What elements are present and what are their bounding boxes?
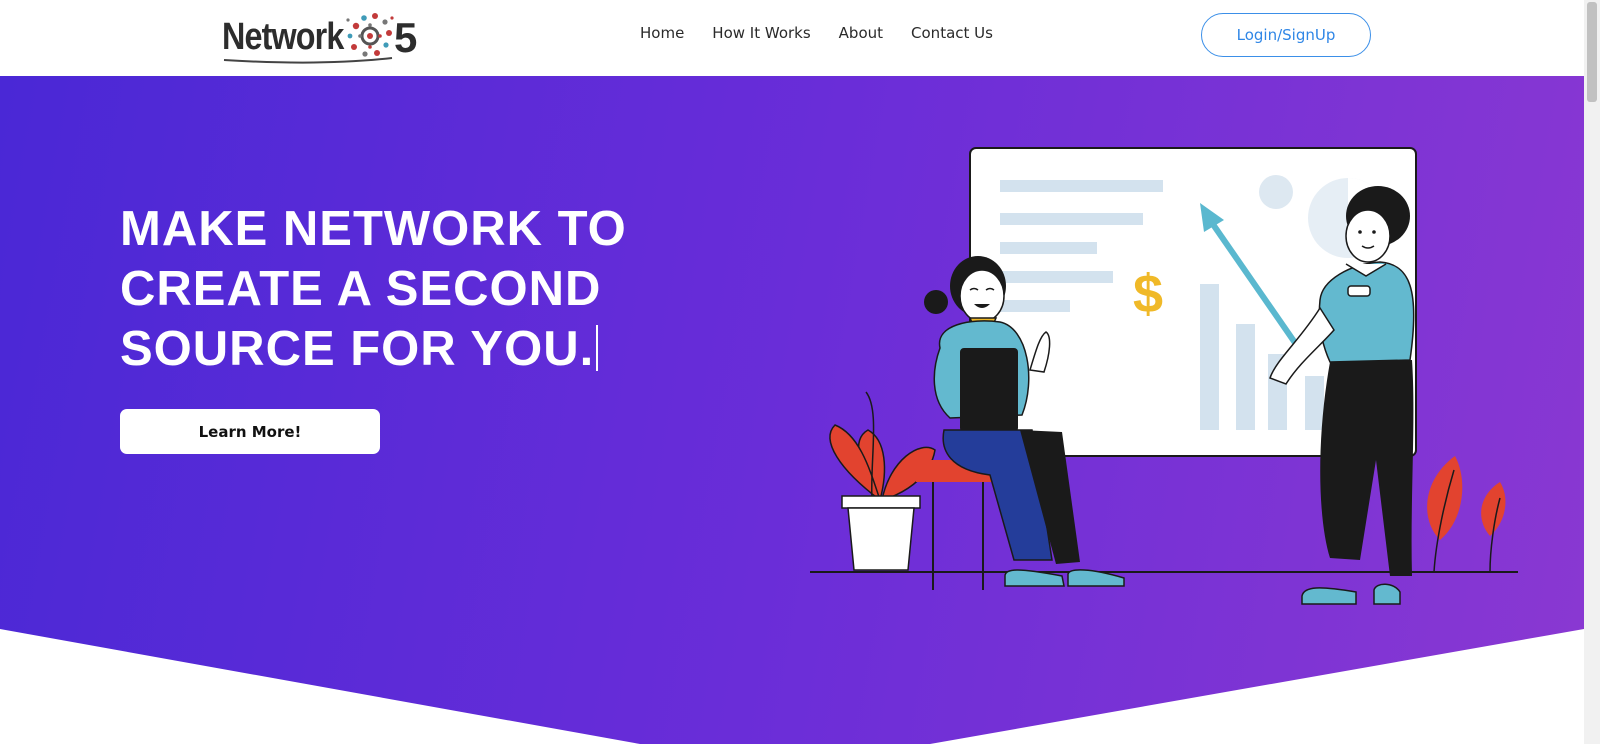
logo-swoosh-icon (223, 57, 393, 64)
scrollbar-thumb[interactable] (1587, 2, 1597, 102)
hero-illustration: $ (810, 147, 1518, 605)
headline-line-3: SOURCE FOR YOU. (120, 322, 595, 376)
plant-right (1427, 456, 1506, 573)
page-scrollbar[interactable] (1584, 0, 1600, 744)
learn-more-button[interactable]: Learn More! (120, 409, 380, 454)
main-nav: Home How It Works About Contact Us (640, 24, 993, 42)
nav-link-how-it-works[interactable]: How It Works (712, 24, 810, 42)
top-navbar: Network 5 Home How It Works About Contac… (0, 0, 1584, 76)
network5-logo[interactable]: Network 5 (222, 8, 422, 66)
nav-link-about[interactable]: About (839, 24, 883, 42)
headline-line-1: MAKE NETWORK TO (120, 202, 627, 256)
headline-line-2: CREATE A SECOND (120, 262, 602, 316)
hero-headline: MAKE NETWORK TO CREATE A SECOND SOURCE F… (120, 199, 640, 379)
nav-link-home[interactable]: Home (640, 24, 684, 42)
dollar-sign-icon: $ (1133, 264, 1163, 324)
text-caret (596, 325, 599, 371)
nav-link-contact-us[interactable]: Contact Us (911, 24, 993, 42)
login-signup-button[interactable]: Login/SignUp (1201, 13, 1371, 57)
